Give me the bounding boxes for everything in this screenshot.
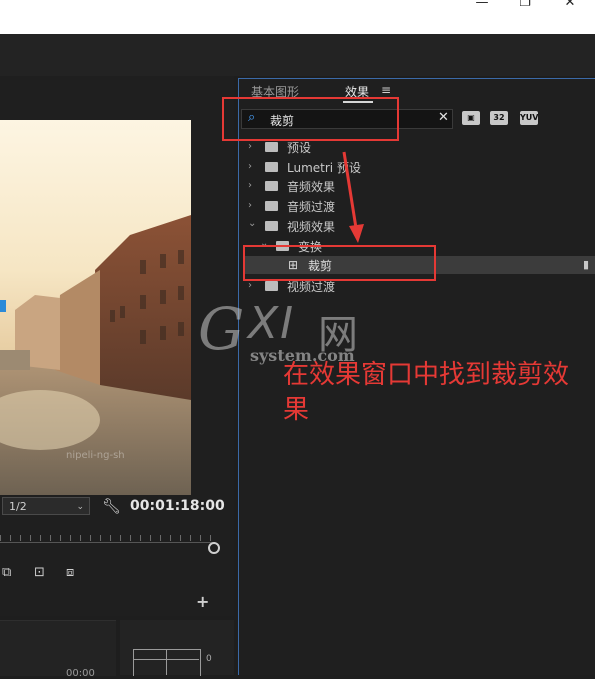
chevron-right-icon: › — [248, 280, 252, 291]
accelerated-effect-icon: ▮ — [583, 258, 590, 271]
accelerated-effects-filter-icon[interactable]: ▣ — [462, 111, 480, 125]
timeline-panel — [0, 620, 116, 676]
compare-icon[interactable]: ⧈ — [66, 565, 74, 580]
annotation-text: 在效果窗口中找到裁剪效果 — [283, 360, 570, 425]
arrow-icon — [342, 151, 364, 243]
tree-item-label: 音频效果 — [287, 180, 336, 194]
close-icon: ✕ — [564, 0, 576, 10]
chevron-right-icon: › — [248, 141, 252, 152]
wrench-icon[interactable]: 🔧︎ — [102, 497, 121, 515]
camera-icon[interactable]: ⊡ — [34, 565, 45, 580]
minimize-icon: — — [475, 0, 489, 10]
playback-resolution-select[interactable]: 1/2 ⌄ — [2, 497, 90, 515]
tree-item-lumetri-presets[interactable]: › Lumetri 预设 — [240, 157, 595, 177]
minimize-button[interactable]: — — [462, 0, 502, 12]
tree-item-label: 视频效果 — [287, 220, 336, 234]
folder-icon — [265, 181, 278, 191]
timecode-display[interactable]: 00:01:18:00 — [130, 498, 225, 514]
chevron-right-icon: › — [248, 200, 252, 211]
watermark-logo-xi: XI — [248, 298, 296, 349]
ruler-ticks — [0, 535, 212, 541]
restore-icon: ❐ — [519, 0, 531, 10]
tree-item-audio-transitions[interactable]: › 音频过渡 — [240, 196, 595, 216]
venice-scene — [0, 215, 191, 495]
restore-button[interactable]: ❐ — [505, 0, 545, 12]
yuv-filter-button[interactable]: YUV — [520, 111, 538, 125]
chevron-down-icon: ⌄ — [76, 502, 84, 512]
watermark-logo-g: G — [198, 295, 245, 363]
playback-resolution-value: 1/2 — [9, 500, 27, 513]
tree-item-label: 音频过渡 — [287, 200, 336, 214]
chevron-right-icon: › — [248, 180, 252, 191]
clear-search-icon[interactable]: ✕ — [438, 110, 449, 125]
export-frame-icon[interactable]: ⧉ — [2, 565, 11, 580]
audio-meter-zero-label: 0 — [206, 654, 212, 664]
crop-highlight-box — [243, 245, 436, 281]
search-highlight-box — [222, 97, 399, 141]
audio-meter-vdivider — [166, 649, 167, 675]
playhead-handle[interactable] — [208, 542, 220, 554]
video-watermark-text: nipeli-ng-sh — [66, 450, 125, 461]
chevron-right-icon: › — [248, 161, 252, 172]
folder-icon — [265, 221, 278, 231]
panel-menu-icon[interactable]: ≡ — [381, 83, 391, 97]
tree-item-audio-effects[interactable]: › 音频效果 — [240, 176, 595, 196]
workspace-header-strip — [0, 34, 595, 76]
left-edge-marker — [0, 300, 6, 312]
close-window-button[interactable]: ✕ — [550, 0, 590, 12]
timeline-timecode: 00:00 — [66, 668, 95, 679]
tree-item-label: 预设 — [287, 141, 312, 155]
audio-meter — [133, 649, 201, 676]
tree-item-video-effects[interactable]: ⌄ 视频效果 — [240, 216, 595, 236]
video-frame: nipeli-ng-sh — [0, 120, 191, 495]
add-button[interactable]: + — [196, 592, 209, 611]
folder-icon — [265, 142, 278, 152]
chevron-down-icon: ⌄ — [248, 218, 257, 229]
folder-icon — [265, 281, 278, 291]
folder-icon — [265, 201, 278, 211]
folder-icon — [265, 162, 278, 172]
32bit-filter-button[interactable]: 32 — [490, 111, 508, 125]
